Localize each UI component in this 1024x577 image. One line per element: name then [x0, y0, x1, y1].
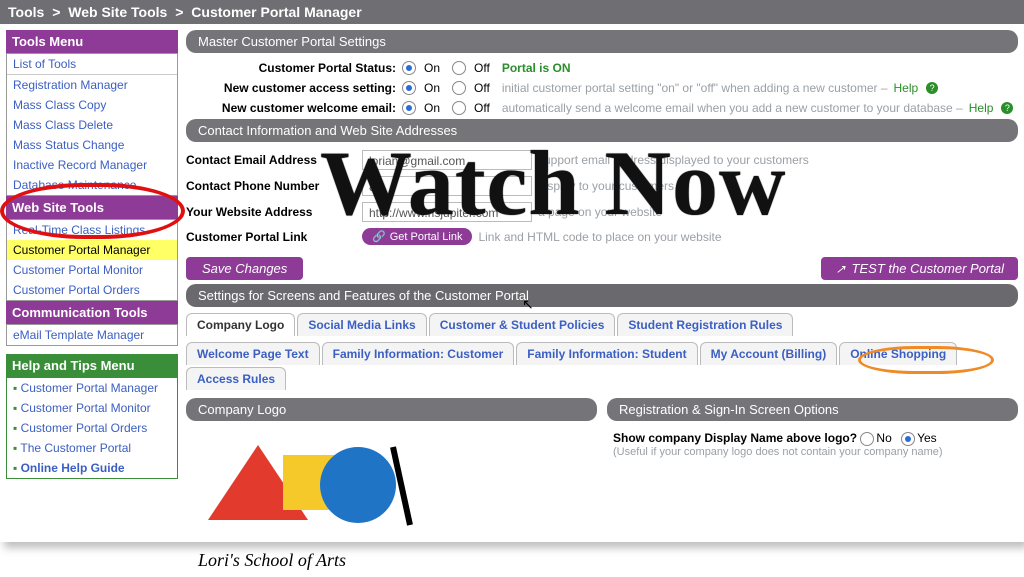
radio-welcome-on[interactable]: [402, 101, 416, 115]
panel-header-reg-signin: Registration & Sign-In Screen Options: [607, 398, 1018, 421]
radio-status-off[interactable]: [452, 61, 466, 75]
label-welcome: New customer welcome email:: [186, 101, 396, 115]
label-portal-link: Customer Portal Link: [186, 230, 356, 244]
website-tools-header: Web Site Tools: [6, 196, 178, 219]
sidebar-item[interactable]: eMail Template Manager: [7, 325, 177, 345]
help-item[interactable]: Customer Portal Orders: [7, 418, 177, 438]
sidebar-item-list-of-tools[interactable]: List of Tools: [7, 54, 177, 74]
radio-show-name-yes[interactable]: [901, 432, 915, 446]
row-welcome-email: New customer welcome email: On Off autom…: [186, 99, 1018, 119]
tab-student-reg-rules[interactable]: Student Registration Rules: [617, 313, 793, 336]
help-item[interactable]: Customer Portal Manager: [7, 378, 177, 398]
hint-show-name: (Useful if your company logo does not co…: [613, 446, 1012, 458]
tab-family-student[interactable]: Family Information: Student: [516, 342, 697, 365]
sidebar-item[interactable]: Mass Status Change: [7, 135, 177, 155]
breadcrumb-b[interactable]: Web Site Tools: [68, 4, 167, 20]
label-access: New customer access setting:: [186, 81, 396, 95]
tab-my-account[interactable]: My Account (Billing): [700, 342, 838, 365]
logo-caption: Lori's School of Arts: [198, 550, 593, 571]
row-email: Contact Email Address lorian@gmail.com s…: [186, 148, 1018, 174]
sidebar-item[interactable]: Mass Class Delete: [7, 115, 177, 135]
breadcrumb: Tools > Web Site Tools > Customer Portal…: [0, 0, 1024, 24]
help-icon[interactable]: ?: [1001, 102, 1013, 114]
help-item[interactable]: Customer Portal Monitor: [7, 398, 177, 418]
label-site: Your Website Address: [186, 205, 356, 219]
tools-menu-header: Tools Menu: [6, 30, 178, 53]
help-link[interactable]: Help: [894, 81, 919, 95]
test-portal-button[interactable]: ↗ TEST the Customer Portal: [821, 257, 1018, 280]
sidebar-item[interactable]: Real-Time Class Listings: [7, 220, 177, 240]
breadcrumb-sep: >: [175, 4, 183, 20]
website-field[interactable]: http://www.risjupiter.com: [362, 202, 532, 222]
row-phone: Contact Phone Number 8 display to your c…: [186, 174, 1018, 200]
row-portal-status: Customer Portal Status: On Off Portal is…: [186, 59, 1018, 79]
sidebar-item[interactable]: Registration Manager: [7, 75, 177, 95]
portal-on-text: Portal is ON: [502, 61, 571, 75]
help-item[interactable]: The Customer Portal: [7, 438, 177, 458]
help-item[interactable]: Online Help Guide: [7, 458, 177, 478]
sidebar-item-customer-portal-manager[interactable]: Customer Portal Manager: [7, 240, 177, 260]
panel-header-contact: Contact Information and Web Site Address…: [186, 119, 1018, 142]
sidebar-item[interactable]: Customer Portal Orders: [7, 280, 177, 300]
hint-email: support email address displayed to your …: [538, 153, 809, 167]
save-button[interactable]: Save Changes: [186, 257, 303, 280]
link-icon: 🔗: [372, 230, 386, 243]
sidebar: Tools Menu List of Tools Registration Ma…: [6, 30, 178, 571]
logo-image: [198, 435, 428, 545]
hint-access: initial customer portal setting "on" or …: [502, 81, 888, 95]
radio-welcome-off[interactable]: [452, 101, 466, 115]
radio-access-on[interactable]: [402, 81, 416, 95]
phone-field[interactable]: 8: [362, 176, 532, 196]
panel-header-master: Master Customer Portal Settings: [186, 30, 1018, 53]
breadcrumb-a[interactable]: Tools: [8, 4, 44, 20]
sidebar-item[interactable]: Mass Class Copy: [7, 95, 177, 115]
sidebar-item[interactable]: Customer Portal Monitor: [7, 260, 177, 280]
row-site: Your Website Address http://www.risjupit…: [186, 200, 1018, 226]
radio-status-on[interactable]: [402, 61, 416, 75]
label-phone: Contact Phone Number: [186, 179, 356, 193]
panel-header-settings: Settings for Screens and Features of the…: [186, 284, 1018, 307]
row-portal-link: Customer Portal Link 🔗 Get Portal Link L…: [186, 226, 1018, 249]
row-access-setting: New customer access setting: On Off init…: [186, 79, 1018, 99]
tab-online-shopping[interactable]: Online Shopping: [839, 342, 957, 365]
tab-policies[interactable]: Customer & Student Policies: [429, 313, 616, 336]
hint-site: a page on your website: [538, 205, 662, 219]
help-link[interactable]: Help: [969, 101, 994, 115]
hint-phone: display to your customers: [538, 179, 674, 193]
tab-social-media[interactable]: Social Media Links: [297, 313, 426, 336]
sidebar-item[interactable]: Inactive Record Manager: [7, 155, 177, 175]
tab-company-logo[interactable]: Company Logo: [186, 313, 295, 336]
company-logo: Lori's School of Arts: [186, 427, 597, 571]
tab-access-rules[interactable]: Access Rules: [186, 367, 286, 390]
hint-welcome: automatically send a welcome email when …: [502, 101, 963, 115]
email-field[interactable]: lorian@gmail.com: [362, 150, 532, 170]
label-email: Contact Email Address: [186, 153, 356, 167]
tabs-row-2: Welcome Page Text Family Information: Cu…: [186, 342, 1018, 390]
label-show-name: Show company Display Name above logo?: [613, 431, 857, 445]
breadcrumb-sep: >: [52, 4, 60, 20]
help-icon[interactable]: ?: [926, 82, 938, 94]
panel-header-logo: Company Logo: [186, 398, 597, 421]
external-link-icon: ↗: [835, 262, 845, 276]
radio-access-off[interactable]: [452, 81, 466, 95]
breadcrumb-c: Customer Portal Manager: [191, 4, 361, 20]
radio-show-name-no[interactable]: [860, 432, 874, 446]
hint-portal-link: Link and HTML code to place on your webs…: [478, 230, 721, 244]
label-status: Customer Portal Status:: [186, 61, 396, 75]
main-content: Master Customer Portal Settings Customer…: [186, 30, 1018, 571]
tab-welcome-text[interactable]: Welcome Page Text: [186, 342, 320, 365]
sidebar-item[interactable]: Database Maintenance: [7, 175, 177, 195]
help-menu-header: Help and Tips Menu: [6, 354, 178, 377]
get-portal-link-button[interactable]: 🔗 Get Portal Link: [362, 228, 472, 245]
tab-family-customer[interactable]: Family Information: Customer: [322, 342, 515, 365]
comm-tools-header: Communication Tools: [6, 301, 178, 324]
tabs-row-1: Company Logo Social Media Links Customer…: [186, 313, 1018, 336]
